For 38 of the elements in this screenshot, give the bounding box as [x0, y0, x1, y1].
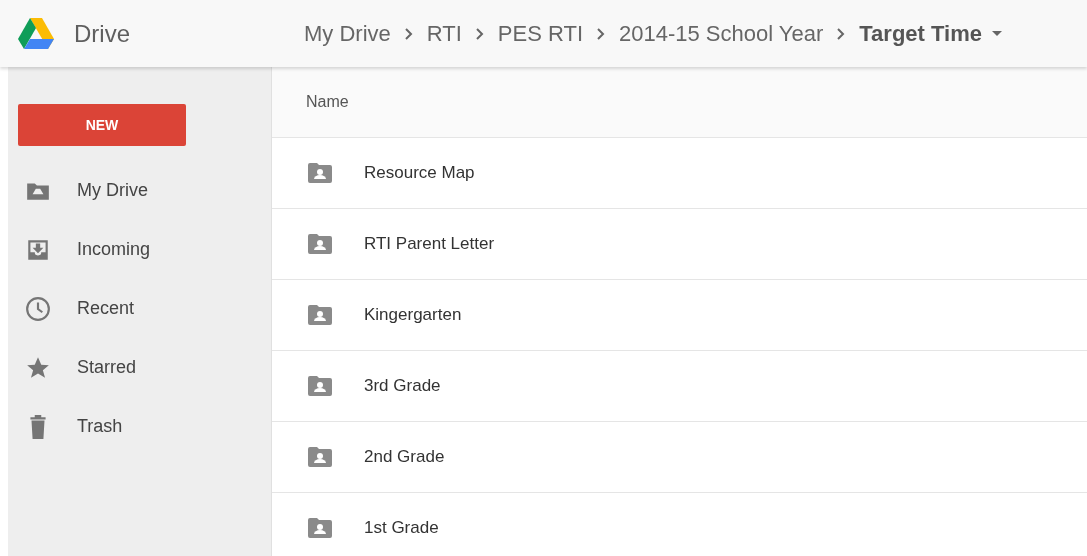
- sidebar-item[interactable]: Trash: [8, 397, 271, 456]
- shared-folder-icon: [308, 305, 332, 325]
- folder-row[interactable]: 1st Grade: [272, 493, 1087, 556]
- drive-logo-icon: [18, 17, 54, 50]
- new-button[interactable]: NEW: [18, 104, 186, 146]
- sidebar-item[interactable]: Incoming: [8, 220, 271, 279]
- folder-name: Kingergarten: [364, 305, 462, 325]
- breadcrumb-link[interactable]: 2014-15 School Year: [619, 20, 824, 47]
- shared-folder-icon: [308, 234, 332, 254]
- shared-folder-icon: [308, 376, 332, 396]
- folder-row[interactable]: RTI Parent Letter: [272, 209, 1087, 280]
- sidebar-item[interactable]: My Drive: [8, 161, 271, 220]
- sidebar-item[interactable]: Starred: [8, 338, 271, 397]
- app-title: Drive: [74, 19, 130, 48]
- sidebar-item[interactable]: Recent: [8, 279, 271, 338]
- shared-folder-icon: [308, 447, 332, 467]
- folder-row[interactable]: Resource Map: [272, 138, 1087, 209]
- breadcrumb-link[interactable]: My Drive: [304, 20, 391, 47]
- shared-folder-icon: [308, 518, 332, 538]
- folder-row[interactable]: Kingergarten: [272, 280, 1087, 351]
- folder-name: 3rd Grade: [364, 376, 441, 396]
- breadcrumb-link[interactable]: RTI: [426, 20, 462, 47]
- shared-folder-icon: [308, 163, 332, 183]
- folder-name: Resource Map: [364, 163, 475, 183]
- chevron-icon: [404, 27, 413, 40]
- folder-row[interactable]: 3rd Grade: [272, 351, 1087, 422]
- chevron-icon: [475, 27, 484, 40]
- chevron-icon: [597, 27, 605, 40]
- breadcrumb-link[interactable]: PES RTI: [497, 20, 583, 47]
- breadcrumb-link[interactable]: Target Time: [859, 20, 1002, 47]
- folder-row[interactable]: 2nd Grade: [272, 422, 1087, 493]
- chevron-icon: [837, 27, 846, 40]
- caret-icon: [992, 31, 1002, 36]
- folder-name: 2nd Grade: [364, 447, 445, 467]
- folder-name: RTI Parent Letter: [364, 234, 495, 254]
- column-header[interactable]: Name: [272, 67, 1087, 138]
- recent-icon: [25, 295, 51, 322]
- folder-name: 1st Grade: [364, 518, 439, 538]
